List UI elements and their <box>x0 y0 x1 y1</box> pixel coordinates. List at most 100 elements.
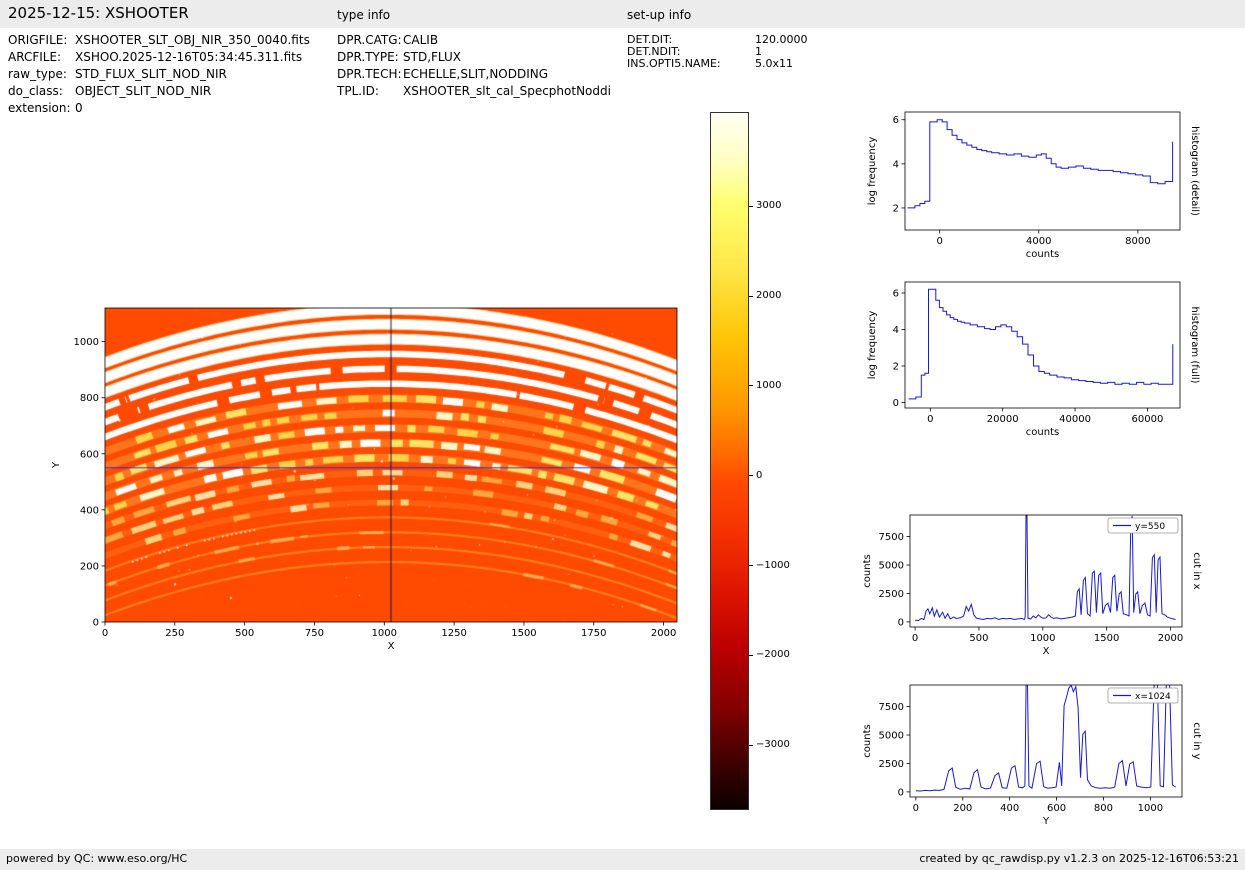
svg-text:histogram (full): histogram (full) <box>1189 306 1200 383</box>
meta-row: ORIGFILE: XSHOOTER_SLT_OBJ_NIR_350_0040.f… <box>8 32 310 49</box>
meta-label: TPL.ID: <box>337 84 379 98</box>
svg-text:counts: counts <box>862 724 873 757</box>
meta-value: STD,FLUX <box>403 50 461 64</box>
meta-label: extension: <box>8 101 71 115</box>
svg-text:2000: 2000 <box>651 628 676 639</box>
svg-text:2500: 2500 <box>879 589 904 600</box>
svg-text:cut in x: cut in x <box>1191 552 1202 589</box>
colorbar-tick-label: 2000 <box>756 290 782 302</box>
svg-text:4: 4 <box>893 325 899 336</box>
svg-text:200: 200 <box>80 561 99 572</box>
svg-text:x=1024: x=1024 <box>1135 692 1171 702</box>
svg-text:200: 200 <box>953 803 972 814</box>
svg-text:0: 0 <box>912 633 918 644</box>
svg-text:800: 800 <box>80 393 99 404</box>
colorbar-tick <box>749 205 753 207</box>
colorbar-tick-label: −1000 <box>756 559 790 571</box>
svg-text:0: 0 <box>936 236 942 247</box>
meta-label: raw_type: <box>8 67 67 81</box>
colorbar-tick-label: 3000 <box>756 200 782 212</box>
svg-text:750: 750 <box>305 628 324 639</box>
meta-value: STD_FLUX_SLIT_NOD_NIR <box>75 67 227 81</box>
meta-value: CALIB <box>403 33 439 47</box>
meta-value: 120.0000 <box>755 33 808 46</box>
footer-bar: powered by QC: www.eso.org/HC created by… <box>0 849 1245 870</box>
svg-text:600: 600 <box>1047 803 1066 814</box>
colorbar-tick <box>749 744 753 746</box>
type-info-block: DPR.CATG:CALIB DPR.TYPE: STD,FLUX DPR.TEC… <box>337 32 611 100</box>
svg-text:1000: 1000 <box>1138 803 1163 814</box>
colorbar-gradient <box>710 112 749 810</box>
colorbar-tick-label: 1000 <box>756 379 782 391</box>
header-bar: 2025-12-15: XSHOOTER type info set-up in… <box>0 0 1245 28</box>
cut-in-y-plot: 0 200 400 600 800 1000 0 2500 5000 7500 Ycounts cut… <box>855 673 1205 841</box>
svg-text:4: 4 <box>893 159 899 170</box>
setup-info-block: DET.DIT: 120.0000 DET.NDIT: 1 INS.OPTI5.NA… <box>627 34 808 70</box>
meta-label: DPR.TYPE: <box>337 50 399 64</box>
colorbar-tick <box>749 565 753 567</box>
page-title: 2025-12-15: XSHOOTER <box>8 4 189 22</box>
histogram-full-plot: 0 20000 40000 60000 0 2 4 6 counts log frequency h… <box>855 270 1205 448</box>
svg-text:250: 250 <box>165 628 184 639</box>
meta-row: DPR.TECH:ECHELLE,SLIT,NODDING <box>337 66 611 83</box>
svg-text:cut in y: cut in y <box>1191 722 1202 759</box>
meta-row: ARCFILE: XSHOO.2025-12-16T05:34:45.311.fi… <box>8 49 310 66</box>
file-info-block: ORIGFILE: XSHOOTER_SLT_OBJ_NIR_350_0040.f… <box>8 32 310 117</box>
svg-text:2500: 2500 <box>879 759 904 770</box>
meta-value: XSHOOTER_slt_cal_SpecphotNoddi <box>403 84 611 98</box>
meta-row: INS.OPTI5.NAME: 5.0x11 <box>627 58 808 70</box>
svg-text:5000: 5000 <box>879 561 904 572</box>
svg-text:X: X <box>388 641 395 652</box>
svg-text:2000: 2000 <box>1158 633 1183 644</box>
svg-text:1000: 1000 <box>372 628 397 639</box>
meta-value: 0 <box>75 101 83 115</box>
svg-text:6: 6 <box>893 115 899 126</box>
setup-info-heading: set-up info <box>627 8 692 22</box>
meta-row: raw_type: STD_FLUX_SLIT_NOD_NIR <box>8 66 310 83</box>
svg-text:400: 400 <box>1000 803 1019 814</box>
svg-text:X: X <box>1043 646 1050 657</box>
svg-text:1500: 1500 <box>511 628 536 639</box>
svg-text:histogram (detail): histogram (detail) <box>1189 126 1200 216</box>
colorbar-tick <box>749 475 753 477</box>
raw-image-plot: 0 250 500 750 1000 1250 1500 1750 2000 0 200 400 600… <box>40 296 730 664</box>
meta-label: ORIGFILE: <box>8 33 68 47</box>
svg-text:log frequency: log frequency <box>867 137 878 206</box>
meta-label: DPR.TECH: <box>337 67 402 81</box>
colorbar-tick-label: −2000 <box>756 649 790 661</box>
svg-text:60000: 60000 <box>1132 414 1164 425</box>
svg-text:7500: 7500 <box>879 702 904 713</box>
colorbar: 3000 2000 1000 0 −1000 −2000 −3000 <box>700 100 820 830</box>
svg-text:800: 800 <box>1094 803 1113 814</box>
meta-row: TPL.ID: XSHOOTER_slt_cal_SpecphotNoddi <box>337 83 611 100</box>
svg-text:log frequency: log frequency <box>867 311 878 380</box>
svg-text:600: 600 <box>80 449 99 460</box>
footer-created-by: created by qc_rawdisp.py v1.2.3 on 2025-… <box>919 852 1239 865</box>
meta-value: OBJECT_SLIT_NOD_NIR <box>75 84 212 98</box>
svg-text:counts: counts <box>862 554 873 587</box>
svg-text:0: 0 <box>893 398 899 409</box>
svg-text:1750: 1750 <box>581 628 606 639</box>
svg-text:400: 400 <box>80 505 99 516</box>
colorbar-tick <box>749 385 753 387</box>
svg-text:Y: Y <box>1042 816 1050 827</box>
meta-label: INS.OPTI5.NAME: <box>627 57 721 70</box>
histogram-detail-plot: 0 4000 8000 2 4 6 counts log frequency histogram… <box>855 100 1205 278</box>
colorbar-tick <box>749 654 753 656</box>
svg-text:1250: 1250 <box>441 628 466 639</box>
svg-text:0: 0 <box>913 803 919 814</box>
svg-text:1000: 1000 <box>74 337 99 348</box>
svg-text:0: 0 <box>898 787 904 798</box>
svg-text:0: 0 <box>93 618 99 629</box>
type-info-heading: type info <box>337 8 391 22</box>
svg-text:500: 500 <box>235 628 254 639</box>
meta-value: 5.0x11 <box>755 57 794 70</box>
cut-in-x-plot: 0 500 1000 1500 2000 0 2500 5000 7500 Xcounts cut … <box>855 503 1205 671</box>
svg-text:1000: 1000 <box>1030 633 1055 644</box>
svg-text:2: 2 <box>893 203 899 214</box>
colorbar-tick-label: 0 <box>756 469 763 481</box>
svg-text:0: 0 <box>102 628 108 639</box>
svg-text:7500: 7500 <box>879 532 904 543</box>
meta-value: ECHELLE,SLIT,NODDING <box>403 67 549 81</box>
svg-text:6: 6 <box>893 288 899 299</box>
